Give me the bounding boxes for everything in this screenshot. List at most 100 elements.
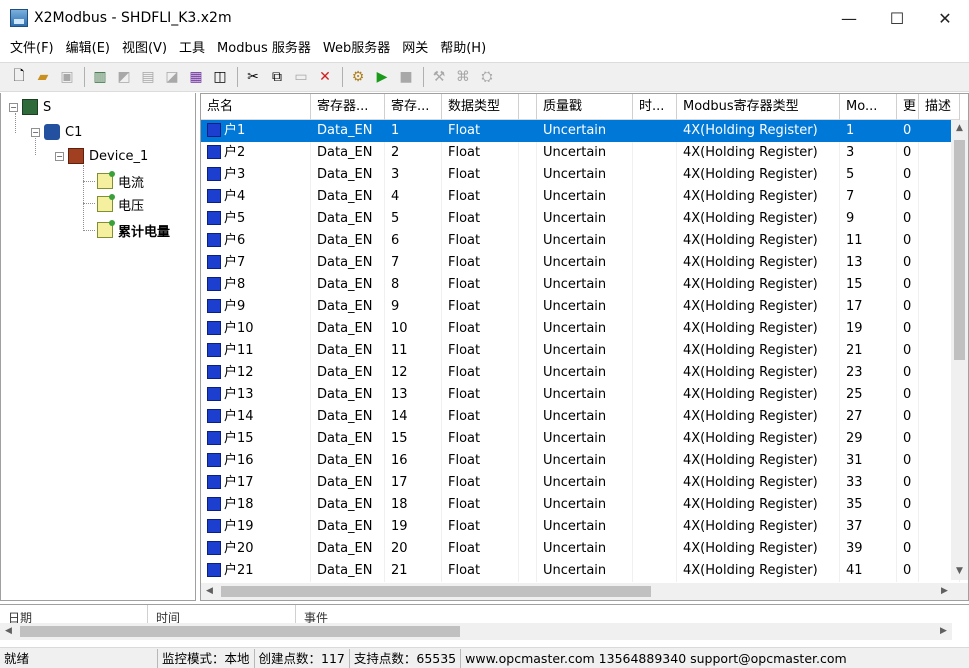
scroll-thumb[interactable] <box>20 626 460 637</box>
scroll-thumb[interactable] <box>221 586 651 597</box>
table-row[interactable]: 户18 Data_EN 18 Float Uncertain 4X(Holding Reg… <box>201 494 960 516</box>
modbus-address-cell: 19 <box>840 318 897 340</box>
vertical-scrollbar[interactable]: ▲ ▼ <box>951 120 968 580</box>
table-row[interactable]: 户3 Data_EN 3 Float Uncertain 4X(Holding Regis… <box>201 164 960 186</box>
menu-gateway[interactable]: 网关 <box>396 38 434 60</box>
add-point-icon[interactable]: ◪ <box>161 66 183 88</box>
update-cell: 0 <box>897 560 919 582</box>
table-row[interactable]: 户7 Data_EN 7 Float Uncertain 4X(Holding Regis… <box>201 252 960 274</box>
table-row[interactable]: 户19 Data_EN 19 Float Uncertain 4X(Holding Reg… <box>201 516 960 538</box>
add-channel-icon[interactable]: ▥ <box>89 66 111 88</box>
close-button[interactable]: ✕ <box>921 0 969 36</box>
tree-node-group-voltage[interactable]: 电压 <box>97 194 144 214</box>
column-header[interactable]: 寄存... <box>385 94 442 120</box>
project-tree: − S − C1 − Device_1 电流 电压 累计电量 <box>0 93 196 601</box>
scroll-left-icon[interactable]: ◀ <box>0 623 17 640</box>
menu-tools[interactable]: 工具 <box>173 38 211 60</box>
data-type-cell: Float <box>442 318 519 340</box>
table-row[interactable]: 户15 Data_EN 15 Float Uncertain 4X(Holding Reg… <box>201 428 960 450</box>
copy-icon[interactable]: ⧉ <box>266 66 288 88</box>
column-header[interactable]: 点名 <box>201 94 311 120</box>
column-header[interactable]: Mo... <box>840 94 897 120</box>
column-header[interactable]: Modbus寄存器类型 <box>677 94 840 120</box>
tree-node-group-energy[interactable]: 累计电量 <box>97 220 170 240</box>
config-icon[interactable]: ⚙ <box>347 66 369 88</box>
update-cell: 0 <box>897 340 919 362</box>
menu-web-server[interactable]: Web服务器 <box>317 38 396 60</box>
column-header[interactable]: 数据类型 <box>442 94 519 120</box>
menu-help[interactable]: 帮助(H) <box>434 38 492 60</box>
log-column-header[interactable]: 日期 <box>0 605 148 623</box>
table-row[interactable]: 户11 Data_EN 11 Float Uncertain 4X(Holding Reg… <box>201 340 960 362</box>
minimize-button[interactable]: — <box>825 0 873 36</box>
table-row[interactable]: 户6 Data_EN 6 Float Uncertain 4X(Holding Regis… <box>201 230 960 252</box>
tool2-icon[interactable]: ⌘ <box>452 66 474 88</box>
log-horizontal-scrollbar[interactable]: ◀ ▶ <box>0 623 952 640</box>
maximize-button[interactable]: ☐ <box>873 0 921 36</box>
scroll-left-icon[interactable]: ◀ <box>201 583 218 600</box>
modbus-address-cell: 23 <box>840 362 897 384</box>
table-row[interactable]: 户20 Data_EN 20 Float Uncertain 4X(Holding Reg… <box>201 538 960 560</box>
tree-node-group-current[interactable]: 电流 <box>97 171 144 191</box>
table-row[interactable]: 户14 Data_EN 14 Float Uncertain 4X(Holding Reg… <box>201 406 960 428</box>
cut-icon[interactable]: ✂ <box>242 66 264 88</box>
table-row[interactable]: 户10 Data_EN 10 Float Uncertain 4X(Holding Reg… <box>201 318 960 340</box>
paste-icon[interactable]: ▭ <box>290 66 312 88</box>
column-header[interactable]: 质量戳 <box>537 94 633 120</box>
tree-node-device[interactable]: − Device_1 <box>55 146 148 166</box>
scroll-down-icon[interactable]: ▼ <box>951 563 968 580</box>
tool3-icon[interactable]: ⛭ <box>476 66 498 88</box>
properties-icon[interactable]: ◫ <box>209 66 231 88</box>
collapse-icon[interactable]: − <box>9 102 18 112</box>
log-column-header[interactable]: 事件 <box>296 605 596 623</box>
open-folder-icon[interactable]: ▰ <box>32 66 54 88</box>
point-name-cell: 户2 <box>201 142 311 164</box>
register-index-cell: 10 <box>385 318 442 340</box>
horizontal-scrollbar[interactable]: ◀ ▶ <box>201 583 953 600</box>
tree-node-label: C1 <box>65 124 83 140</box>
add-group-icon[interactable]: ▤ <box>137 66 159 88</box>
table-row[interactable]: 户2 Data_EN 2 Float Uncertain 4X(Holding Regis… <box>201 142 960 164</box>
column-header[interactable]: 时... <box>633 94 677 120</box>
register-index-cell: 9 <box>385 296 442 318</box>
table-row[interactable]: 户17 Data_EN 17 Float Uncertain 4X(Holding Reg… <box>201 472 960 494</box>
log-column-header[interactable]: 时间 <box>148 605 296 623</box>
table-row[interactable]: 户4 Data_EN 4 Float Uncertain 4X(Holding Regis… <box>201 186 960 208</box>
column-header[interactable] <box>519 94 537 120</box>
run-icon[interactable]: ▶ <box>371 66 393 88</box>
new-file-icon[interactable]: 🗋 <box>8 66 30 88</box>
tree-node-root[interactable]: − S <box>9 97 51 117</box>
table-row[interactable]: 户1 Data_EN 1 Float Uncertain 4X(Holding Regis… <box>201 120 960 142</box>
table-row[interactable]: 户13 Data_EN 13 Float Uncertain 4X(Holding Reg… <box>201 384 960 406</box>
tool-icon[interactable]: ⚒ <box>428 66 450 88</box>
table-row[interactable]: 户9 Data_EN 9 Float Uncertain 4X(Holding Regis… <box>201 296 960 318</box>
menu-modbus-server[interactable]: Modbus 服务器 <box>211 38 317 60</box>
point-icon <box>207 562 221 577</box>
column-header[interactable]: 更 <box>897 94 919 120</box>
collapse-icon[interactable]: − <box>31 127 40 137</box>
batch-add-icon[interactable]: ▦ <box>185 66 207 88</box>
table-row[interactable]: 户5 Data_EN 5 Float Uncertain 4X(Holding Regis… <box>201 208 960 230</box>
quality-cell: Uncertain <box>537 208 633 230</box>
tree-node-channel[interactable]: − C1 <box>31 122 82 142</box>
column-header[interactable]: 寄存器... <box>311 94 385 120</box>
table-row[interactable]: 户12 Data_EN 12 Float Uncertain 4X(Holding Reg… <box>201 362 960 384</box>
menu-edit[interactable]: 编辑(E) <box>60 38 116 60</box>
scroll-thumb[interactable] <box>954 140 965 360</box>
delete-icon[interactable]: ✕ <box>314 66 336 88</box>
add-device-icon[interactable]: ◩ <box>113 66 135 88</box>
collapse-icon[interactable]: − <box>55 151 64 161</box>
column-header[interactable]: 描述 <box>919 94 960 120</box>
scroll-right-icon[interactable]: ▶ <box>935 623 952 640</box>
point-name: 户10 <box>224 321 254 336</box>
table-row[interactable]: 户16 Data_EN 16 Float Uncertain 4X(Holding Reg… <box>201 450 960 472</box>
register-index-cell: 16 <box>385 450 442 472</box>
table-row[interactable]: 户8 Data_EN 8 Float Uncertain 4X(Holding Regis… <box>201 274 960 296</box>
status-created-count: 创建点数：117 <box>255 648 350 668</box>
save-icon[interactable]: ▣ <box>56 66 78 88</box>
menu-view[interactable]: 视图(V) <box>116 38 173 60</box>
menu-file[interactable]: 文件(F) <box>4 38 60 60</box>
stop-icon[interactable]: ■ <box>395 66 417 88</box>
scroll-up-icon[interactable]: ▲ <box>951 120 968 137</box>
table-row[interactable]: 户21 Data_EN 21 Float Uncertain 4X(Holding Reg… <box>201 560 960 582</box>
